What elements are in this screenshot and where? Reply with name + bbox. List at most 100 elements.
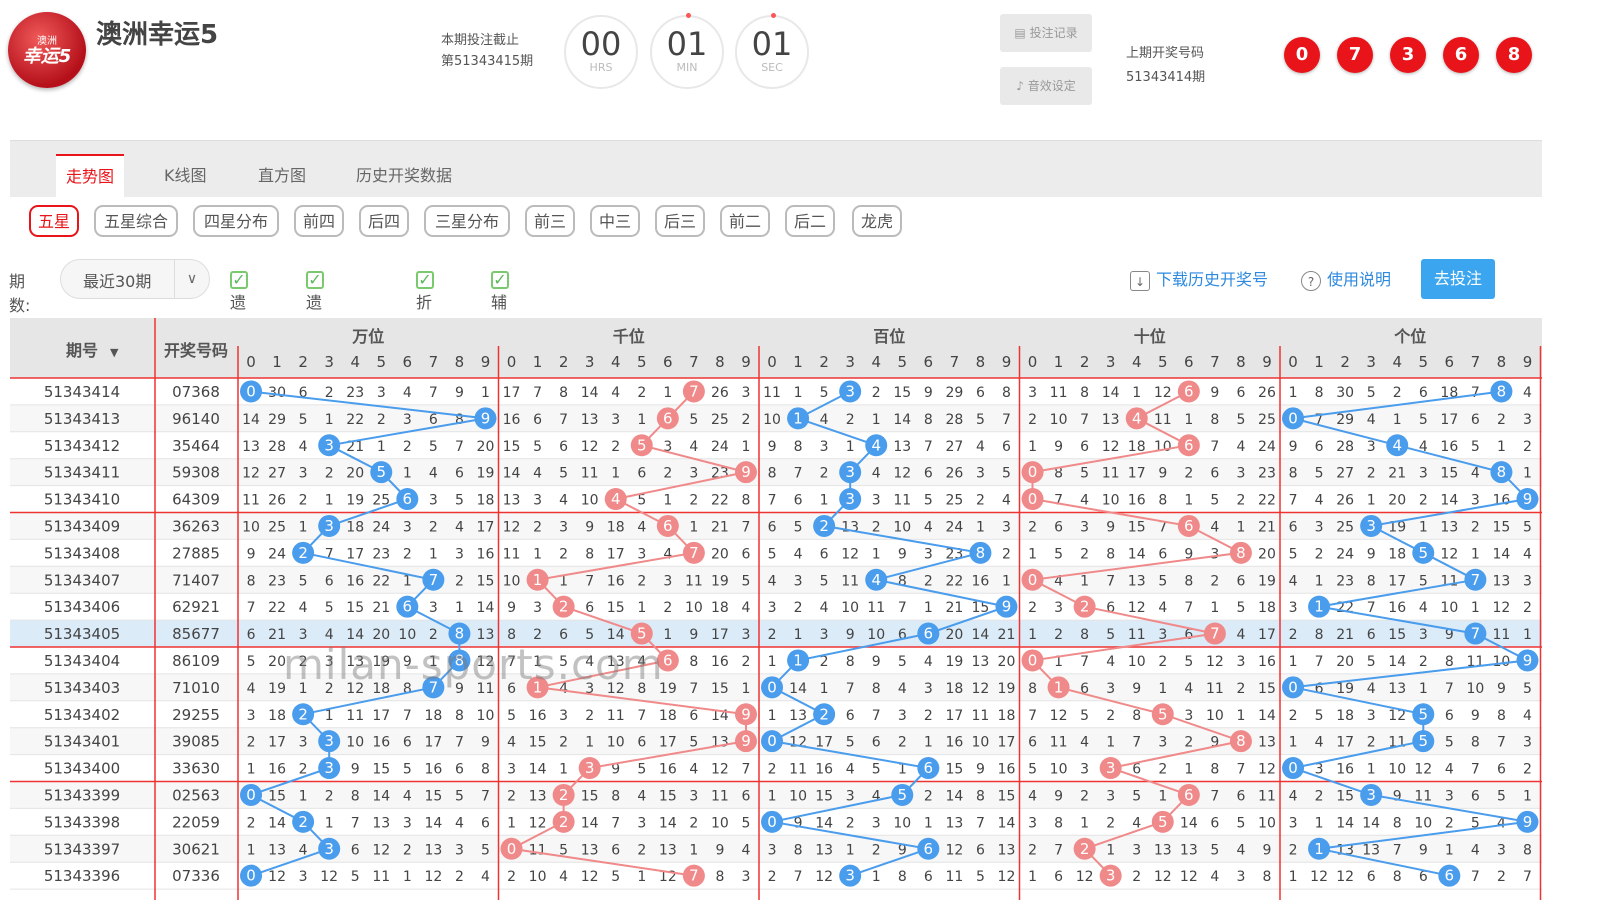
omission-cell: 18 [998, 708, 1016, 724]
omission-cell: 5 [768, 546, 777, 562]
omission-cell: 10 [529, 869, 547, 885]
omission-cell: 1 [820, 493, 829, 509]
omission-cell: 6 [429, 412, 438, 428]
omission-cell: 2 [637, 842, 646, 858]
omission-cell: 5 [1028, 762, 1037, 778]
header-digit: 1 [272, 353, 282, 371]
hit-ball-label: 0 [246, 867, 256, 885]
period-select[interactable]: 最近30期 ∨ [60, 259, 210, 299]
omission-cell: 13 [1493, 573, 1511, 589]
omission-cell: 14 [607, 627, 625, 643]
omission-cell: 16 [1128, 493, 1146, 509]
subtab-back-four[interactable]: 后四 [359, 205, 409, 237]
omission-cell: 16 [998, 762, 1016, 778]
sound-settings-button[interactable]: ♪ 音效设定 [1000, 67, 1092, 105]
subtab-back-three[interactable]: 后三 [655, 205, 705, 237]
omission-cell: 2 [1158, 654, 1167, 670]
checkbox-polyline[interactable]: ✓折线 [416, 267, 442, 336]
omission-cell: 2 [403, 842, 412, 858]
omission-cell: 4 [1523, 708, 1532, 724]
omission-cell: 4 [637, 654, 646, 670]
subtab-front-three[interactable]: 前三 [525, 205, 575, 237]
draw-cell: 07368 [172, 383, 220, 401]
go-bet-button[interactable]: 去投注 [1421, 259, 1495, 299]
period-label: 期数: [9, 272, 31, 315]
subtab-front-four[interactable]: 前四 [294, 205, 344, 237]
omission-cell: 1 [1523, 466, 1532, 482]
omission-cell: 17 [424, 735, 442, 751]
bet-record-button[interactable]: ▤ 投注记录 [1000, 14, 1092, 52]
omission-cell: 6 [1210, 466, 1219, 482]
omission-cell: 15 [503, 439, 521, 455]
omission-cell: 8 [481, 762, 490, 778]
omission-cell: 23 [346, 385, 364, 401]
omission-cell: 1 [1132, 385, 1141, 401]
subtab-five-star-combo[interactable]: 五星综合 [94, 205, 178, 237]
period-cell: 51343402 [44, 706, 120, 724]
tab-trend[interactable]: 走势图 [56, 154, 125, 198]
omission-cell: 7 [325, 546, 334, 562]
omission-cell: 6 [689, 708, 698, 724]
subtab-three-star-dist[interactable]: 三星分布 [424, 205, 510, 237]
omission-cell: 5 [1367, 385, 1376, 401]
omission-cell: 9 [1471, 708, 1480, 724]
omission-cell: 13 [1362, 842, 1380, 858]
subtab-back-two[interactable]: 后二 [785, 205, 835, 237]
omission-cell: 5 [1445, 735, 1454, 751]
omission-cell: 1 [1028, 439, 1037, 455]
subtab-five-star[interactable]: 五星 [29, 205, 79, 237]
checkbox-omission[interactable]: ✓遗漏 [230, 267, 256, 336]
help-link[interactable]: ? 使用说明 [1301, 266, 1391, 291]
omission-cell: 9 [455, 385, 464, 401]
header-digit: 1 [1314, 353, 1324, 371]
checkbox-omission-layer[interactable]: ✓遗漏分层 [306, 267, 332, 384]
tab-histogram[interactable]: 直方图 [248, 155, 316, 197]
omission-cell: 10 [841, 600, 859, 616]
omission-cell: 4 [637, 789, 646, 805]
omission-cell: 7 [1080, 412, 1089, 428]
omission-cell: 1 [742, 439, 751, 455]
omission-cell: 16 [1493, 493, 1511, 509]
omission-cell: 2 [1028, 600, 1037, 616]
header-digit: 6 [403, 353, 413, 371]
omission-cell: 18 [659, 708, 677, 724]
omission-cell: 9 [351, 762, 360, 778]
omission-cell: 4 [299, 439, 308, 455]
omission-cell: 5 [1184, 654, 1193, 670]
omission-cell: 20 [1258, 546, 1276, 562]
omission-cell: 1 [768, 654, 777, 670]
omission-cell: 10 [242, 520, 260, 536]
subtab-dragon-tiger[interactable]: 龙虎 [852, 205, 902, 237]
omission-cell: 11 [372, 869, 390, 885]
tab-history[interactable]: 历史开奖数据 [346, 155, 462, 197]
header-digit: 9 [741, 353, 751, 371]
omission-cell: 15 [268, 789, 286, 805]
tab-kline[interactable]: K线图 [154, 155, 217, 197]
countdown-dot [686, 13, 691, 18]
omission-cell: 13 [503, 493, 521, 509]
omission-cell: 16 [424, 762, 442, 778]
omission-cell: 1 [403, 869, 412, 885]
omission-cell: 5 [299, 573, 308, 589]
omission-cell: 21 [1388, 466, 1406, 482]
omission-cell: 8 [1210, 762, 1219, 778]
omission-cell: 5 [1315, 466, 1324, 482]
checkbox-guide-line[interactable]: ✓辅助线 [491, 267, 517, 360]
omission-cell: 5 [1210, 842, 1219, 858]
omission-cell: 6 [1289, 520, 1298, 536]
header-digit: 3 [1106, 353, 1116, 371]
omission-cell: 14 [242, 412, 260, 428]
omission-cell: 5 [742, 573, 751, 589]
omission-cell: 7 [403, 708, 412, 724]
subtab-mid-three[interactable]: 中三 [590, 205, 640, 237]
omission-cell: 9 [1106, 520, 1115, 536]
omission-cell: 2 [1523, 600, 1532, 616]
omission-cell: 16 [477, 546, 495, 562]
omission-cell: 7 [1315, 654, 1324, 670]
download-history-link[interactable]: ↓ 下载历史开奖号 [1130, 266, 1268, 291]
hit-ball-label: 1 [1314, 840, 1324, 858]
subtab-front-two[interactable]: 前二 [720, 205, 770, 237]
subtab-four-star-dist[interactable]: 四星分布 [193, 205, 279, 237]
last-draw-ball: 3 [1390, 37, 1426, 73]
omission-cell: 4 [429, 466, 438, 482]
